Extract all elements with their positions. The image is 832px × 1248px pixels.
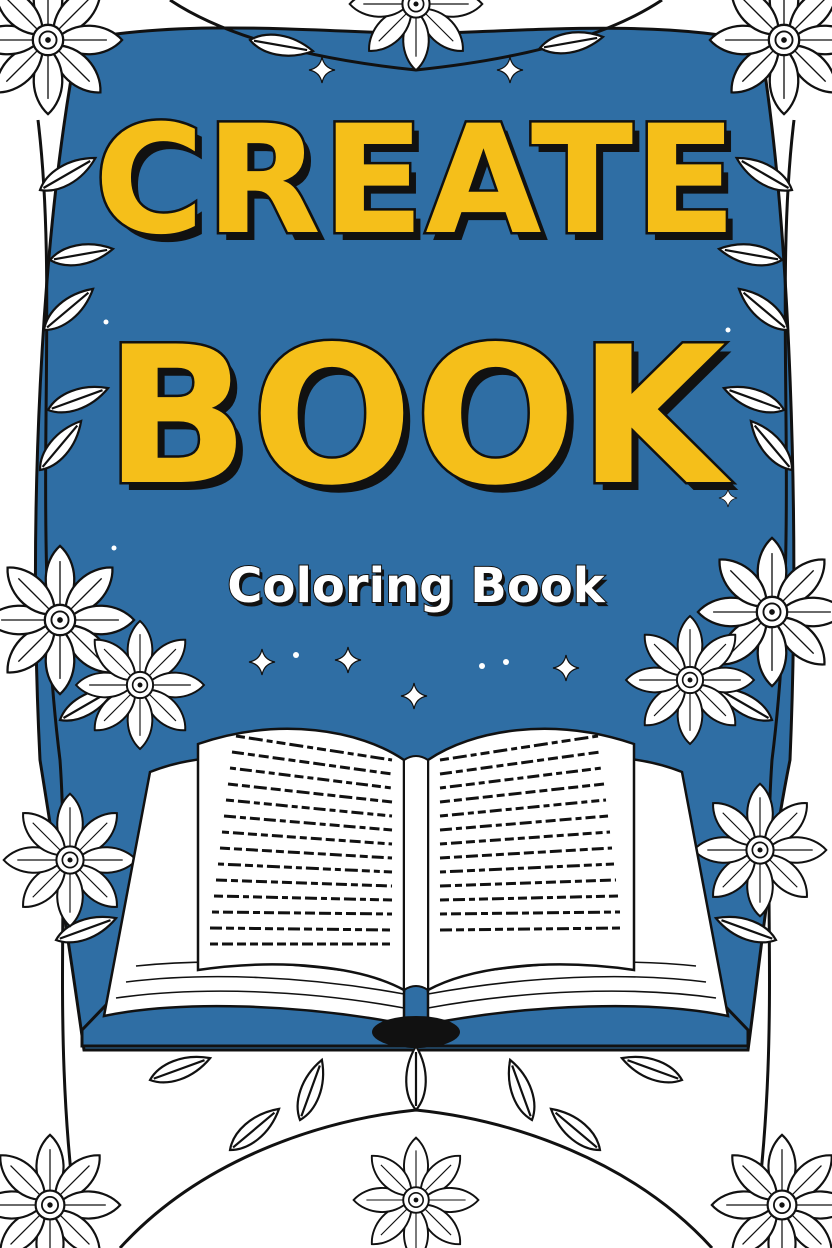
title-line-create: CREATE — [92, 94, 739, 268]
subtitle: Coloring Book — [226, 558, 605, 614]
open-book-icon — [80, 727, 750, 1048]
title-line-book: BOOK — [102, 306, 728, 527]
book-cover: CREATE BOOK Coloring Book — [0, 0, 832, 1248]
